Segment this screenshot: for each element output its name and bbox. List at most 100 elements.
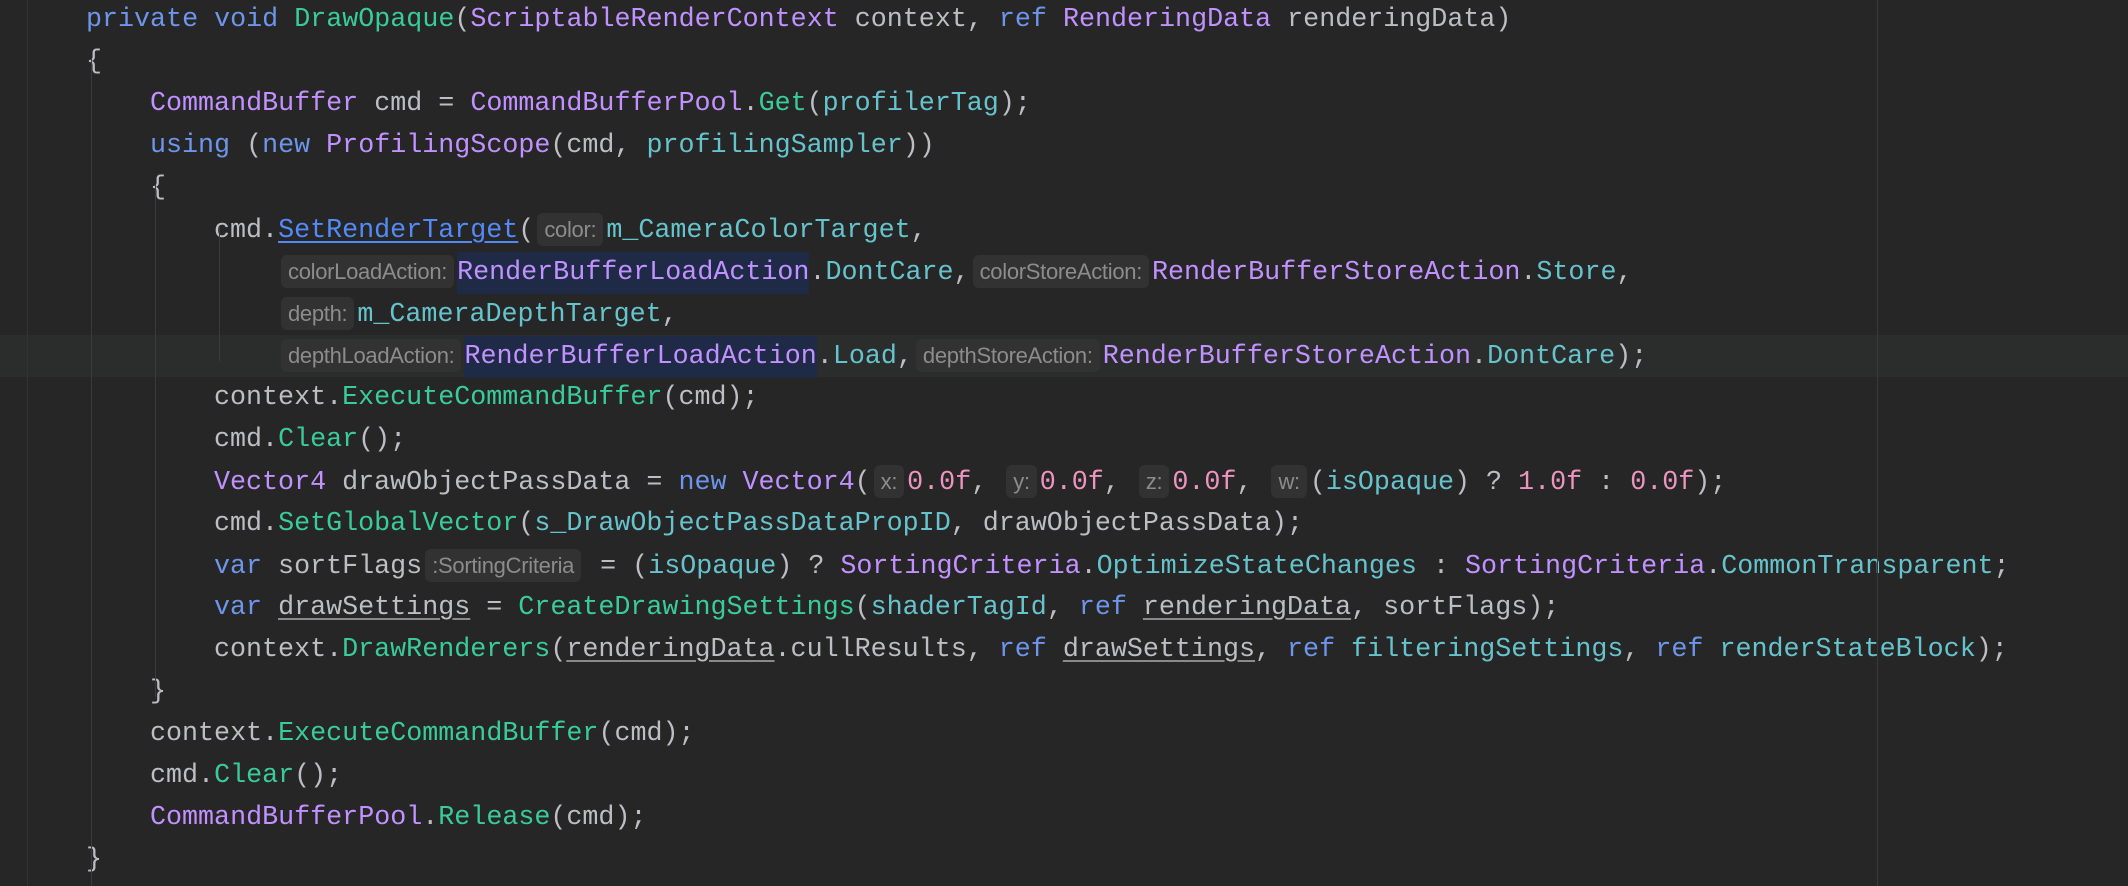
- code-token: );: [1615, 342, 1648, 372]
- code-token: ();: [358, 425, 407, 455]
- code-line-content[interactable]: context.ExecuteCommandBuffer(cmd);: [150, 713, 695, 755]
- code-line[interactable]: context.ExecuteCommandBuffer(cmd);: [0, 713, 2128, 755]
- parameter-hint: z:: [1138, 465, 1170, 498]
- code-token: ref: [1287, 635, 1336, 665]
- code-line-content[interactable]: private void DrawOpaque(ScriptableRender…: [86, 0, 1511, 41]
- code-line-content[interactable]: CommandBufferPool.Release(cmd);: [150, 797, 646, 839]
- code-line-content[interactable]: cmd.SetGlobalVector(s_DrawObjectPassData…: [214, 503, 1303, 545]
- code-token: CommandBufferPool: [470, 89, 743, 119]
- code-token: private: [86, 5, 199, 35]
- code-token: .: [816, 342, 833, 372]
- code-token: ref: [998, 5, 1047, 35]
- code-token: m_CameraColorTarget: [606, 216, 911, 246]
- code-line[interactable]: using (new ProfilingScope(cmd, profiling…: [0, 125, 2128, 167]
- code-editor[interactable]: } CommandBufferPool.Release(cmd); cmd.Clea…: [0, 0, 2128, 886]
- code-line-content[interactable]: var drawSettings = CreateDrawingSettings…: [214, 587, 1559, 629]
- code-line[interactable]: cmd.SetRenderTarget(color: m_CameraColorT…: [0, 209, 2128, 251]
- code-token: shaderTagId: [870, 593, 1047, 623]
- code-token: .: [1520, 258, 1537, 288]
- code-token: cmd.: [214, 216, 279, 246]
- code-token: Release: [438, 803, 551, 833]
- code-line[interactable]: cmd.Clear();: [0, 419, 2128, 461]
- code-token: {: [86, 47, 103, 77]
- code-line-content[interactable]: context.ExecuteCommandBuffer(cmd);: [214, 377, 759, 419]
- code-token: DontCare: [825, 258, 954, 288]
- code-line-content[interactable]: colorLoadAction: RenderBufferLoadAction.D…: [278, 251, 1633, 294]
- code-token: ,: [1046, 593, 1079, 623]
- right-margin-guide: [1877, 0, 1878, 886]
- code-line-content[interactable]: Vector4 drawObjectPassData = new Vector4…: [214, 461, 1726, 504]
- gutter-divider: [27, 0, 28, 886]
- code-token: ProfilingScope: [326, 131, 551, 161]
- code-token: profilerTag: [822, 89, 999, 119]
- code-line-content[interactable]: {: [86, 41, 102, 83]
- code-line-content[interactable]: depthLoadAction: RenderBufferLoadAction.L…: [278, 335, 1647, 378]
- code-token: Vector4: [742, 468, 855, 498]
- code-token: ,: [896, 342, 913, 372]
- code-line-content[interactable]: cmd.SetRenderTarget(color: m_CameraColorT…: [214, 209, 927, 252]
- code-token: void: [214, 5, 279, 35]
- code-line-content[interactable]: var sortFlags:SortingCriteria = (isOpaqu…: [214, 545, 2010, 588]
- code-line-content[interactable]: using (new ProfilingScope(cmd, profiling…: [150, 125, 935, 167]
- code-line[interactable]: {: [0, 167, 2128, 209]
- code-token: SortingCriteria: [1464, 552, 1706, 582]
- code-line[interactable]: var drawSettings = CreateDrawingSettings…: [0, 587, 2128, 629]
- indent-guide: [155, 185, 156, 697]
- code-line[interactable]: colorLoadAction: RenderBufferLoadAction.D…: [0, 251, 2128, 294]
- code-token: CommandBufferPool: [150, 803, 423, 833]
- code-line-content[interactable]: }: [150, 671, 166, 713]
- code-token: context.: [214, 383, 343, 413]
- code-token: );: [1975, 635, 2008, 665]
- code-token: RenderBufferStoreAction: [1102, 342, 1472, 372]
- method-link[interactable]: SetRenderTarget: [278, 216, 518, 246]
- code-line[interactable]: context.ExecuteCommandBuffer(cmd);: [0, 377, 2128, 419]
- code-line-content[interactable]: cmd.Clear();: [214, 419, 406, 461]
- code-token: renderingData: [566, 635, 775, 665]
- parameter-hint: y:: [1006, 465, 1037, 498]
- code-token: (: [854, 593, 871, 623]
- code-line[interactable]: depth: m_CameraDepthTarget,: [0, 293, 2128, 335]
- code-token: .: [422, 803, 439, 833]
- code-token: ) ?: [776, 552, 841, 582]
- code-token: (: [518, 216, 535, 246]
- code-line-content[interactable]: context.DrawRenderers(renderingData.cull…: [214, 629, 2008, 671]
- code-line[interactable]: var sortFlags:SortingCriteria = (isOpaqu…: [0, 545, 2128, 587]
- code-token: new: [262, 131, 311, 161]
- code-line-content[interactable]: CommandBuffer cmd = CommandBufferPool.Ge…: [150, 83, 1031, 125]
- code-token: ,: [971, 468, 1004, 498]
- code-token: = (: [584, 552, 649, 582]
- code-token: ) ?: [1454, 468, 1519, 498]
- code-line-content[interactable]: depth: m_CameraDepthTarget,: [278, 293, 678, 336]
- code-token: ,: [1623, 635, 1656, 665]
- parameter-hint: depthLoadAction:: [281, 339, 462, 372]
- code-line[interactable]: context.DrawRenderers(renderingData.cull…: [0, 629, 2128, 671]
- parameter-hint: x:: [873, 465, 905, 498]
- code-line[interactable]: CommandBufferPool.Release(cmd);: [0, 797, 2128, 839]
- code-line[interactable]: depthLoadAction: RenderBufferLoadAction.L…: [0, 335, 2128, 378]
- code-line[interactable]: cmd.Clear();: [0, 755, 2128, 797]
- code-token: , sortFlags);: [1351, 593, 1560, 623]
- code-token: .: [1705, 552, 1722, 582]
- code-line[interactable]: }: [0, 839, 2128, 881]
- code-token: 0.0f: [1630, 468, 1695, 498]
- code-token: Clear: [278, 425, 359, 455]
- code-line-content[interactable]: cmd.Clear();: [150, 755, 342, 797]
- code-line[interactable]: cmd.SetGlobalVector(s_DrawObjectPassData…: [0, 503, 2128, 545]
- code-token: {: [150, 173, 167, 203]
- code-line[interactable]: Vector4 drawObjectPassData = new Vector4…: [0, 461, 2128, 503]
- code-token: ;: [1993, 552, 2010, 582]
- code-line-content[interactable]: }: [86, 839, 102, 881]
- code-token: context.: [214, 635, 343, 665]
- code-line[interactable]: CommandBuffer cmd = CommandBufferPool.Ge…: [0, 83, 2128, 125]
- code-line-content[interactable]: {: [150, 167, 166, 209]
- code-line[interactable]: }: [0, 671, 2128, 713]
- code-line[interactable]: {: [0, 41, 2128, 83]
- code-token: ,: [1103, 468, 1136, 498]
- code-token: cmd.: [150, 761, 215, 791]
- code-token: .: [1080, 552, 1097, 582]
- code-token: 0.0f: [1172, 468, 1237, 498]
- code-token: Load: [832, 342, 897, 372]
- code-line[interactable]: private void DrawOpaque(ScriptableRender…: [0, 0, 2128, 41]
- parameter-hint: color:: [537, 213, 604, 246]
